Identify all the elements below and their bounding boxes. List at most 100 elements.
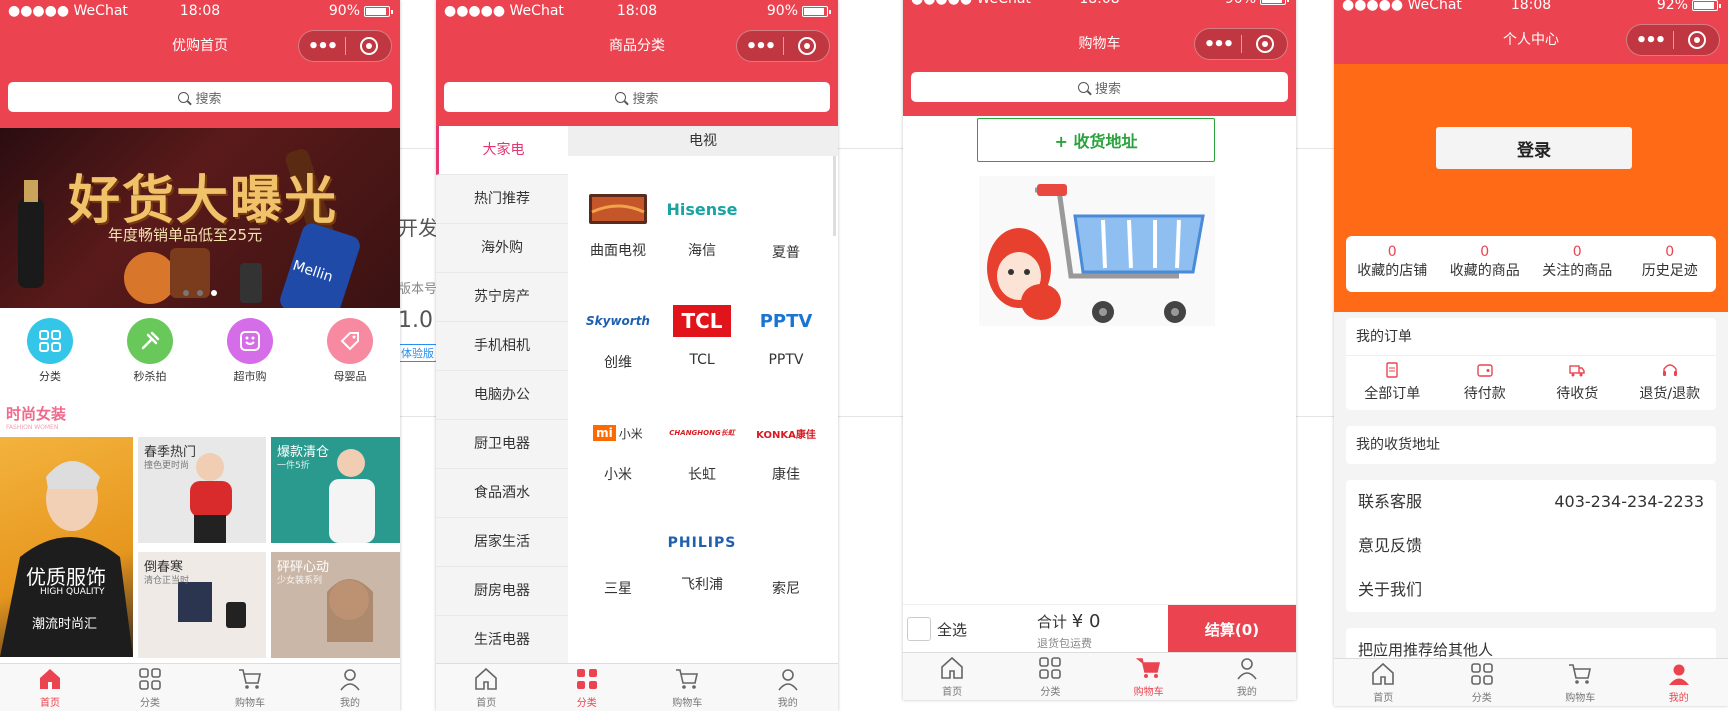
stat-item[interactable]: 0 收藏的店铺 bbox=[1346, 236, 1439, 292]
service-phone: 403-234-234-2233 bbox=[1554, 492, 1704, 511]
tile-subtitle: 少女装系列 bbox=[277, 576, 323, 586]
add-address-button[interactable]: + 收货地址 bbox=[977, 118, 1215, 162]
sidebar-item[interactable]: 居家生活 bbox=[436, 518, 568, 567]
category-item[interactable]: 母婴品 bbox=[300, 318, 400, 384]
sidebar-item[interactable]: 大家电 bbox=[436, 126, 568, 175]
brand-name: 长虹 bbox=[688, 467, 716, 483]
sidebar-item[interactable]: 厨卫电器 bbox=[436, 420, 568, 469]
category-item[interactable]: 分类 bbox=[0, 318, 100, 384]
floor-tile[interactable]: 砰砰心动 少女装系列 bbox=[271, 552, 400, 658]
search-input[interactable]: 搜索 bbox=[911, 72, 1288, 102]
brand-item[interactable]: CHANGHONG长虹 长虹 bbox=[662, 414, 742, 484]
about-row[interactable]: 关于我们 bbox=[1346, 568, 1716, 612]
feedback-row[interactable]: 意见反馈 bbox=[1346, 524, 1716, 568]
more-icon[interactable]: ••• bbox=[1195, 34, 1241, 55]
category-item[interactable]: 秒杀拍 bbox=[100, 318, 200, 384]
sidebar-item[interactable]: 厨房电器 bbox=[436, 567, 568, 616]
sidebar-item[interactable]: 热门推荐 bbox=[436, 175, 568, 224]
order-shortcut[interactable]: 待付款 bbox=[1439, 356, 1532, 408]
tab-cart[interactable]: 购物车 bbox=[1100, 653, 1198, 700]
more-icon[interactable]: ••• bbox=[1627, 30, 1673, 51]
close-capsule-icon[interactable] bbox=[784, 37, 829, 55]
category-grid-icon bbox=[139, 668, 161, 690]
scrollbar[interactable] bbox=[833, 156, 836, 236]
order-shortcuts: 全部订单 待付款 待收货 退货/退款 bbox=[1346, 356, 1716, 408]
brand-item[interactable]: Hisense 海信 bbox=[662, 190, 742, 260]
search-input[interactable]: 搜索 bbox=[444, 82, 830, 112]
tab-me[interactable]: 我的 bbox=[1198, 653, 1296, 700]
stat-item[interactable]: 0 收藏的商品 bbox=[1439, 236, 1532, 292]
brand-item[interactable]: Skyworth 创维 bbox=[578, 302, 658, 372]
brand-item[interactable]: PPTV PPTV bbox=[746, 302, 826, 369]
sidebar-item[interactable]: 手机相机 bbox=[436, 322, 568, 371]
category-label: 超市购 bbox=[233, 370, 267, 383]
status-bar: ●●●●● WeChat 18:08 92% bbox=[1334, 0, 1728, 18]
category-nav: 分类 秒杀拍 超市购 母婴品 bbox=[0, 318, 400, 384]
tab-home[interactable]: 首页 bbox=[1334, 659, 1433, 706]
close-capsule-icon[interactable] bbox=[1242, 35, 1287, 53]
floor-subtitle: FASHION WOMEN bbox=[6, 424, 59, 431]
brand-item[interactable]: KONKA康佳 康佳 bbox=[746, 414, 826, 484]
mini-program-capsule[interactable]: ••• bbox=[1194, 28, 1288, 60]
tab-label: 首页 bbox=[476, 698, 497, 709]
order-shortcut[interactable]: 待收货 bbox=[1531, 356, 1624, 408]
tab-me[interactable]: 我的 bbox=[1630, 659, 1728, 706]
stat-item[interactable]: 0 历史足迹 bbox=[1624, 236, 1717, 292]
tab-category[interactable]: 分类 bbox=[1001, 653, 1099, 700]
sidebar-item[interactable]: 食品酒水 bbox=[436, 469, 568, 518]
more-icon[interactable]: ••• bbox=[737, 36, 783, 57]
stat-item[interactable]: 0 关注的商品 bbox=[1531, 236, 1624, 292]
mini-program-capsule[interactable]: ••• bbox=[736, 30, 830, 62]
tab-home[interactable]: 首页 bbox=[0, 664, 100, 711]
brand-item[interactable]: 三星 bbox=[578, 528, 658, 598]
category-item[interactable]: 超市购 bbox=[200, 318, 300, 384]
checkout-button[interactable]: 结算(0) bbox=[1168, 605, 1296, 653]
brand-item[interactable]: 索尼 bbox=[746, 528, 826, 598]
floor-tile[interactable]: 倒春寒 清仓正当时 bbox=[138, 552, 266, 658]
tab-me[interactable]: 我的 bbox=[300, 664, 400, 711]
tcl-logo: TCL bbox=[662, 302, 742, 340]
floor-tile[interactable]: 爆款清仓 一件5折 bbox=[271, 437, 400, 543]
brand-item[interactable]: TCL TCL bbox=[662, 302, 742, 368]
floor-title: 时尚女装 FASHION WOMEN bbox=[6, 403, 66, 431]
contact-service-row[interactable]: 联系客服 403-234-234-2233 bbox=[1346, 480, 1716, 524]
more-icon[interactable]: ••• bbox=[299, 36, 345, 57]
brand-item[interactable]: mi 小米 小米 bbox=[578, 414, 658, 484]
floor-tile[interactable]: 春季热门 撞色更时尚 bbox=[138, 437, 266, 543]
sidebar-item[interactable]: 电脑办公 bbox=[436, 371, 568, 420]
order-shortcut[interactable]: 全部订单 bbox=[1346, 356, 1439, 408]
tab-me[interactable]: 我的 bbox=[738, 664, 839, 711]
battery-icon bbox=[802, 5, 831, 17]
floor-tile-main[interactable]: 优质服饰 HIGH QUALITY 潮流时尚汇 bbox=[0, 437, 133, 657]
login-button[interactable]: 登录 bbox=[1436, 127, 1632, 169]
service-card: 联系客服 403-234-234-2233 意见反馈 关于我们 bbox=[1346, 480, 1716, 612]
sidebar-item[interactable]: 生活电器 bbox=[436, 616, 568, 665]
order-shortcut[interactable]: 退货/退款 bbox=[1624, 356, 1717, 408]
brand-item[interactable]: PHILIPS 飞利浦 bbox=[662, 524, 742, 594]
mini-program-capsule[interactable]: ••• bbox=[1626, 24, 1720, 56]
tab-cart[interactable]: 购物车 bbox=[200, 664, 300, 711]
promo-banner[interactable]: Mellin 好货大曝光 年度畅销单品低至25元 bbox=[0, 128, 400, 308]
brand-item[interactable]: 夏普 bbox=[746, 192, 826, 262]
brand-item[interactable]: 曲面电视 bbox=[578, 190, 658, 260]
mini-program-capsule[interactable]: ••• bbox=[298, 30, 392, 62]
tab-category[interactable]: 分类 bbox=[100, 664, 200, 711]
search-input[interactable]: 搜索 bbox=[8, 82, 392, 112]
tab-home[interactable]: 首页 bbox=[903, 653, 1001, 700]
brand-name: 三星 bbox=[604, 581, 632, 597]
tab-cart[interactable]: 购物车 bbox=[637, 664, 738, 711]
sidebar-item[interactable]: 苏宁房产 bbox=[436, 273, 568, 322]
tab-home[interactable]: 首页 bbox=[436, 664, 537, 711]
tab-category[interactable]: 分类 bbox=[1433, 659, 1532, 706]
close-capsule-icon[interactable] bbox=[1674, 31, 1719, 49]
tab-cart[interactable]: 购物车 bbox=[1531, 659, 1630, 706]
cart-icon bbox=[239, 669, 261, 689]
sharp-logo bbox=[746, 192, 826, 230]
select-all-checkbox[interactable] bbox=[907, 617, 931, 641]
tab-label: 首页 bbox=[40, 698, 60, 709]
brand-name: 索尼 bbox=[772, 581, 800, 597]
tab-category[interactable]: 分类 bbox=[537, 664, 638, 711]
address-card[interactable]: 我的收货地址 bbox=[1346, 426, 1716, 464]
sidebar-item[interactable]: 海外购 bbox=[436, 224, 568, 273]
close-capsule-icon[interactable] bbox=[346, 37, 391, 55]
